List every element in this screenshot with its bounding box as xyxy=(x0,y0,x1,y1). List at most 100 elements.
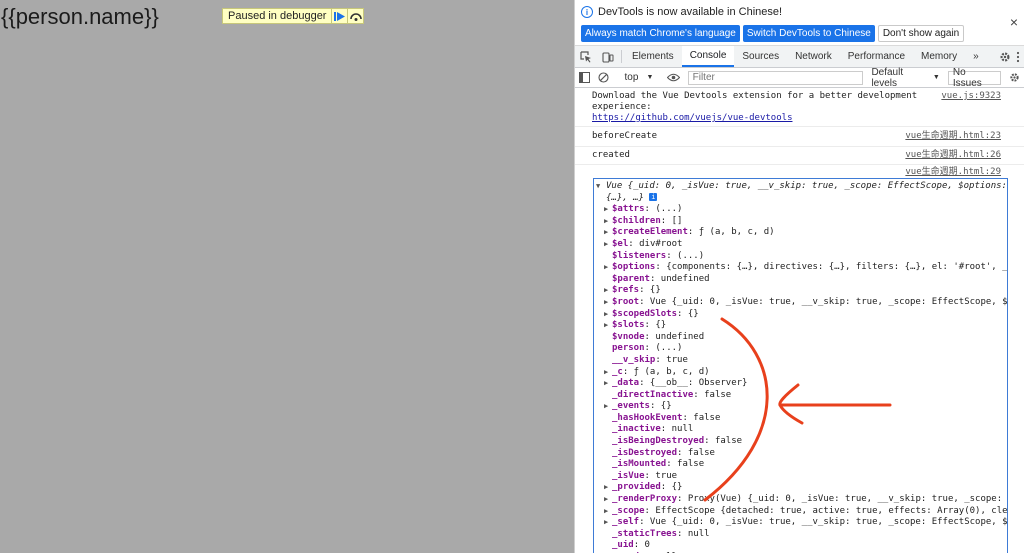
tab-network[interactable]: Network xyxy=(787,46,840,67)
source-link[interactable]: vue生命週期.html:26 xyxy=(905,150,1001,161)
levels-label: Default levels xyxy=(871,66,904,89)
dropdown-arrow-icon: ▼ xyxy=(932,74,940,81)
property-row[interactable]: ▶ $children: [] xyxy=(594,216,1007,228)
property-value: : false xyxy=(682,412,721,423)
property-value: : {} xyxy=(644,320,667,331)
info-badge-icon[interactable]: i xyxy=(649,193,658,202)
property-row: _isBeingDestroyed: false xyxy=(594,436,1007,448)
more-options-icon[interactable] xyxy=(1015,51,1021,63)
devtools-link[interactable]: https://github.com/vuejs/vue-devtools xyxy=(592,113,792,123)
property-key: $parent xyxy=(612,273,650,284)
property-row[interactable]: ▶ _data: {__ob__: Observer} xyxy=(594,378,1007,390)
property-key: $el xyxy=(612,238,629,249)
property-row[interactable]: ▶ _provided: {} xyxy=(594,482,1007,494)
step-over-icon xyxy=(350,12,362,21)
property-row[interactable]: ▶ _self: Vue {_uid: 0, _isVue: true, __v_… xyxy=(594,517,1007,529)
device-toolbar-icon[interactable] xyxy=(597,46,619,67)
property-key: _events xyxy=(612,401,650,412)
property-row: _isMounted: false xyxy=(594,459,1007,471)
gear-icon[interactable] xyxy=(999,51,1011,63)
property-row[interactable]: ▶ _scope: EffectScope {detached: true, ac… xyxy=(594,506,1007,518)
property-value: : null xyxy=(677,528,710,539)
property-row[interactable]: ▶ $options: {components: {…}, directives:… xyxy=(594,262,1007,274)
property-value: : ƒ (a, b, c, d) xyxy=(622,366,710,377)
inspect-element-icon[interactable] xyxy=(575,46,597,67)
filter-input[interactable] xyxy=(687,70,864,85)
property-key: $refs xyxy=(612,285,640,296)
property-value: : (...) xyxy=(644,204,683,215)
console-settings-icon[interactable] xyxy=(1005,72,1024,83)
property-row[interactable]: ▶ $slots: {} xyxy=(594,320,1007,332)
property-row[interactable]: ▶ _events: {} xyxy=(594,401,1007,413)
message-text: created xyxy=(592,150,630,160)
source-link[interactable]: vue生命週期.html:23 xyxy=(905,131,1001,142)
property-key: person xyxy=(612,343,645,354)
expanded-triangle-icon: ▼ xyxy=(596,182,601,190)
tab-sources[interactable]: Sources xyxy=(734,46,787,67)
console-message: Download the Vue Devtools extension for … xyxy=(575,89,1024,127)
property-row[interactable]: ▶ $scopedSlots: {} xyxy=(594,309,1007,321)
property-row[interactable]: ▶ $refs: {} xyxy=(594,285,1007,297)
property-key: __v_skip xyxy=(612,354,656,365)
property-row[interactable]: ▶ $el: div#root xyxy=(594,239,1007,251)
property-key: _isVue xyxy=(612,470,645,481)
object-header-cont: {…}, …} i xyxy=(594,193,1007,205)
property-row[interactable]: ▶ $attrs: (...) xyxy=(594,204,1007,216)
issues-button[interactable]: No Issues xyxy=(947,67,1001,89)
property-value: : false xyxy=(666,459,705,470)
context-selector[interactable]: top ▼ xyxy=(619,72,660,83)
dont-show-again-button[interactable]: Don't show again xyxy=(877,25,965,42)
property-row[interactable]: ▶ $root: Vue {_uid: 0, _isVue: true, __v_… xyxy=(594,297,1007,309)
paused-label: Paused in debugger xyxy=(228,10,327,22)
collapsed-triangle-icon: ▶ xyxy=(604,309,609,318)
property-row: $vnode: undefined xyxy=(594,332,1007,344)
paused-in-debugger-overlay: Paused in debugger xyxy=(222,8,365,24)
more-tabs-button[interactable]: » xyxy=(965,46,987,67)
step-over-button[interactable] xyxy=(347,9,363,23)
property-row[interactable]: ▶ _renderProxy: Proxy(Vue) {_uid: 0, _isV… xyxy=(594,494,1007,506)
property-row[interactable]: ▶ _c: ƒ (a, b, c, d) xyxy=(594,367,1007,379)
property-key: $scopedSlots xyxy=(612,308,678,319)
property-value: : EffectScope {detached: true, active: t… xyxy=(644,505,1007,516)
match-language-button[interactable]: Always match Chrome's language xyxy=(581,25,740,42)
property-key: _uid xyxy=(612,540,634,551)
source-link[interactable]: vue.js:9323 xyxy=(941,91,1001,102)
close-icon[interactable]: × xyxy=(1010,14,1018,30)
property-row: _isDestroyed: false xyxy=(594,448,1007,460)
source-link[interactable]: vue生命週期.html:29 xyxy=(905,167,1001,178)
collapsed-triangle-icon: ▶ xyxy=(604,263,609,272)
property-value: : {} xyxy=(639,285,661,296)
property-key: _isBeingDestroyed xyxy=(612,436,705,447)
tab-console[interactable]: Console xyxy=(681,46,735,67)
sidebar-toggle-icon[interactable] xyxy=(575,72,594,83)
resume-button[interactable] xyxy=(331,9,347,23)
page-template-text: {{person.name}} xyxy=(1,4,159,29)
property-row: _staticTrees: null xyxy=(594,529,1007,541)
property-key: $options xyxy=(612,262,656,273)
property-key: _renderProxy xyxy=(612,494,678,505)
context-label: top xyxy=(624,72,639,83)
property-row: _isVue: true xyxy=(594,471,1007,483)
collapsed-triangle-icon: ▶ xyxy=(604,286,609,295)
property-key: _isMounted xyxy=(612,459,667,470)
clear-console-icon[interactable] xyxy=(594,72,613,83)
property-value: : false xyxy=(704,436,743,447)
tab-elements[interactable]: Elements xyxy=(624,46,682,67)
tab-memory[interactable]: Memory xyxy=(913,46,965,67)
live-expression-eye-icon[interactable] xyxy=(664,73,683,82)
collapsed-triangle-icon: ▶ xyxy=(604,239,609,248)
property-row[interactable]: ▶ $createElement: ƒ (a, b, c, d) xyxy=(594,227,1007,239)
property-value: : div#root xyxy=(628,238,683,249)
property-value: : true xyxy=(655,354,688,365)
property-value: : {__ob__: Observer} xyxy=(639,378,748,389)
property-row: _directInactive: false xyxy=(594,390,1007,402)
collapsed-triangle-icon: ▶ xyxy=(604,518,609,527)
object-header[interactable]: ▼ Vue {_uid: 0, _isVue: true, __v_skip: … xyxy=(594,181,1007,193)
switch-language-button[interactable]: Switch DevTools to Chinese xyxy=(742,25,875,42)
log-levels-dropdown[interactable]: Default levels ▼ xyxy=(871,67,939,89)
console-output: Download the Vue Devtools extension for … xyxy=(575,89,1024,553)
property-key: _isDestroyed xyxy=(612,447,678,458)
tab-performance[interactable]: Performance xyxy=(840,46,913,67)
property-value: : [] xyxy=(660,215,683,226)
property-value: : 0 xyxy=(633,540,650,551)
